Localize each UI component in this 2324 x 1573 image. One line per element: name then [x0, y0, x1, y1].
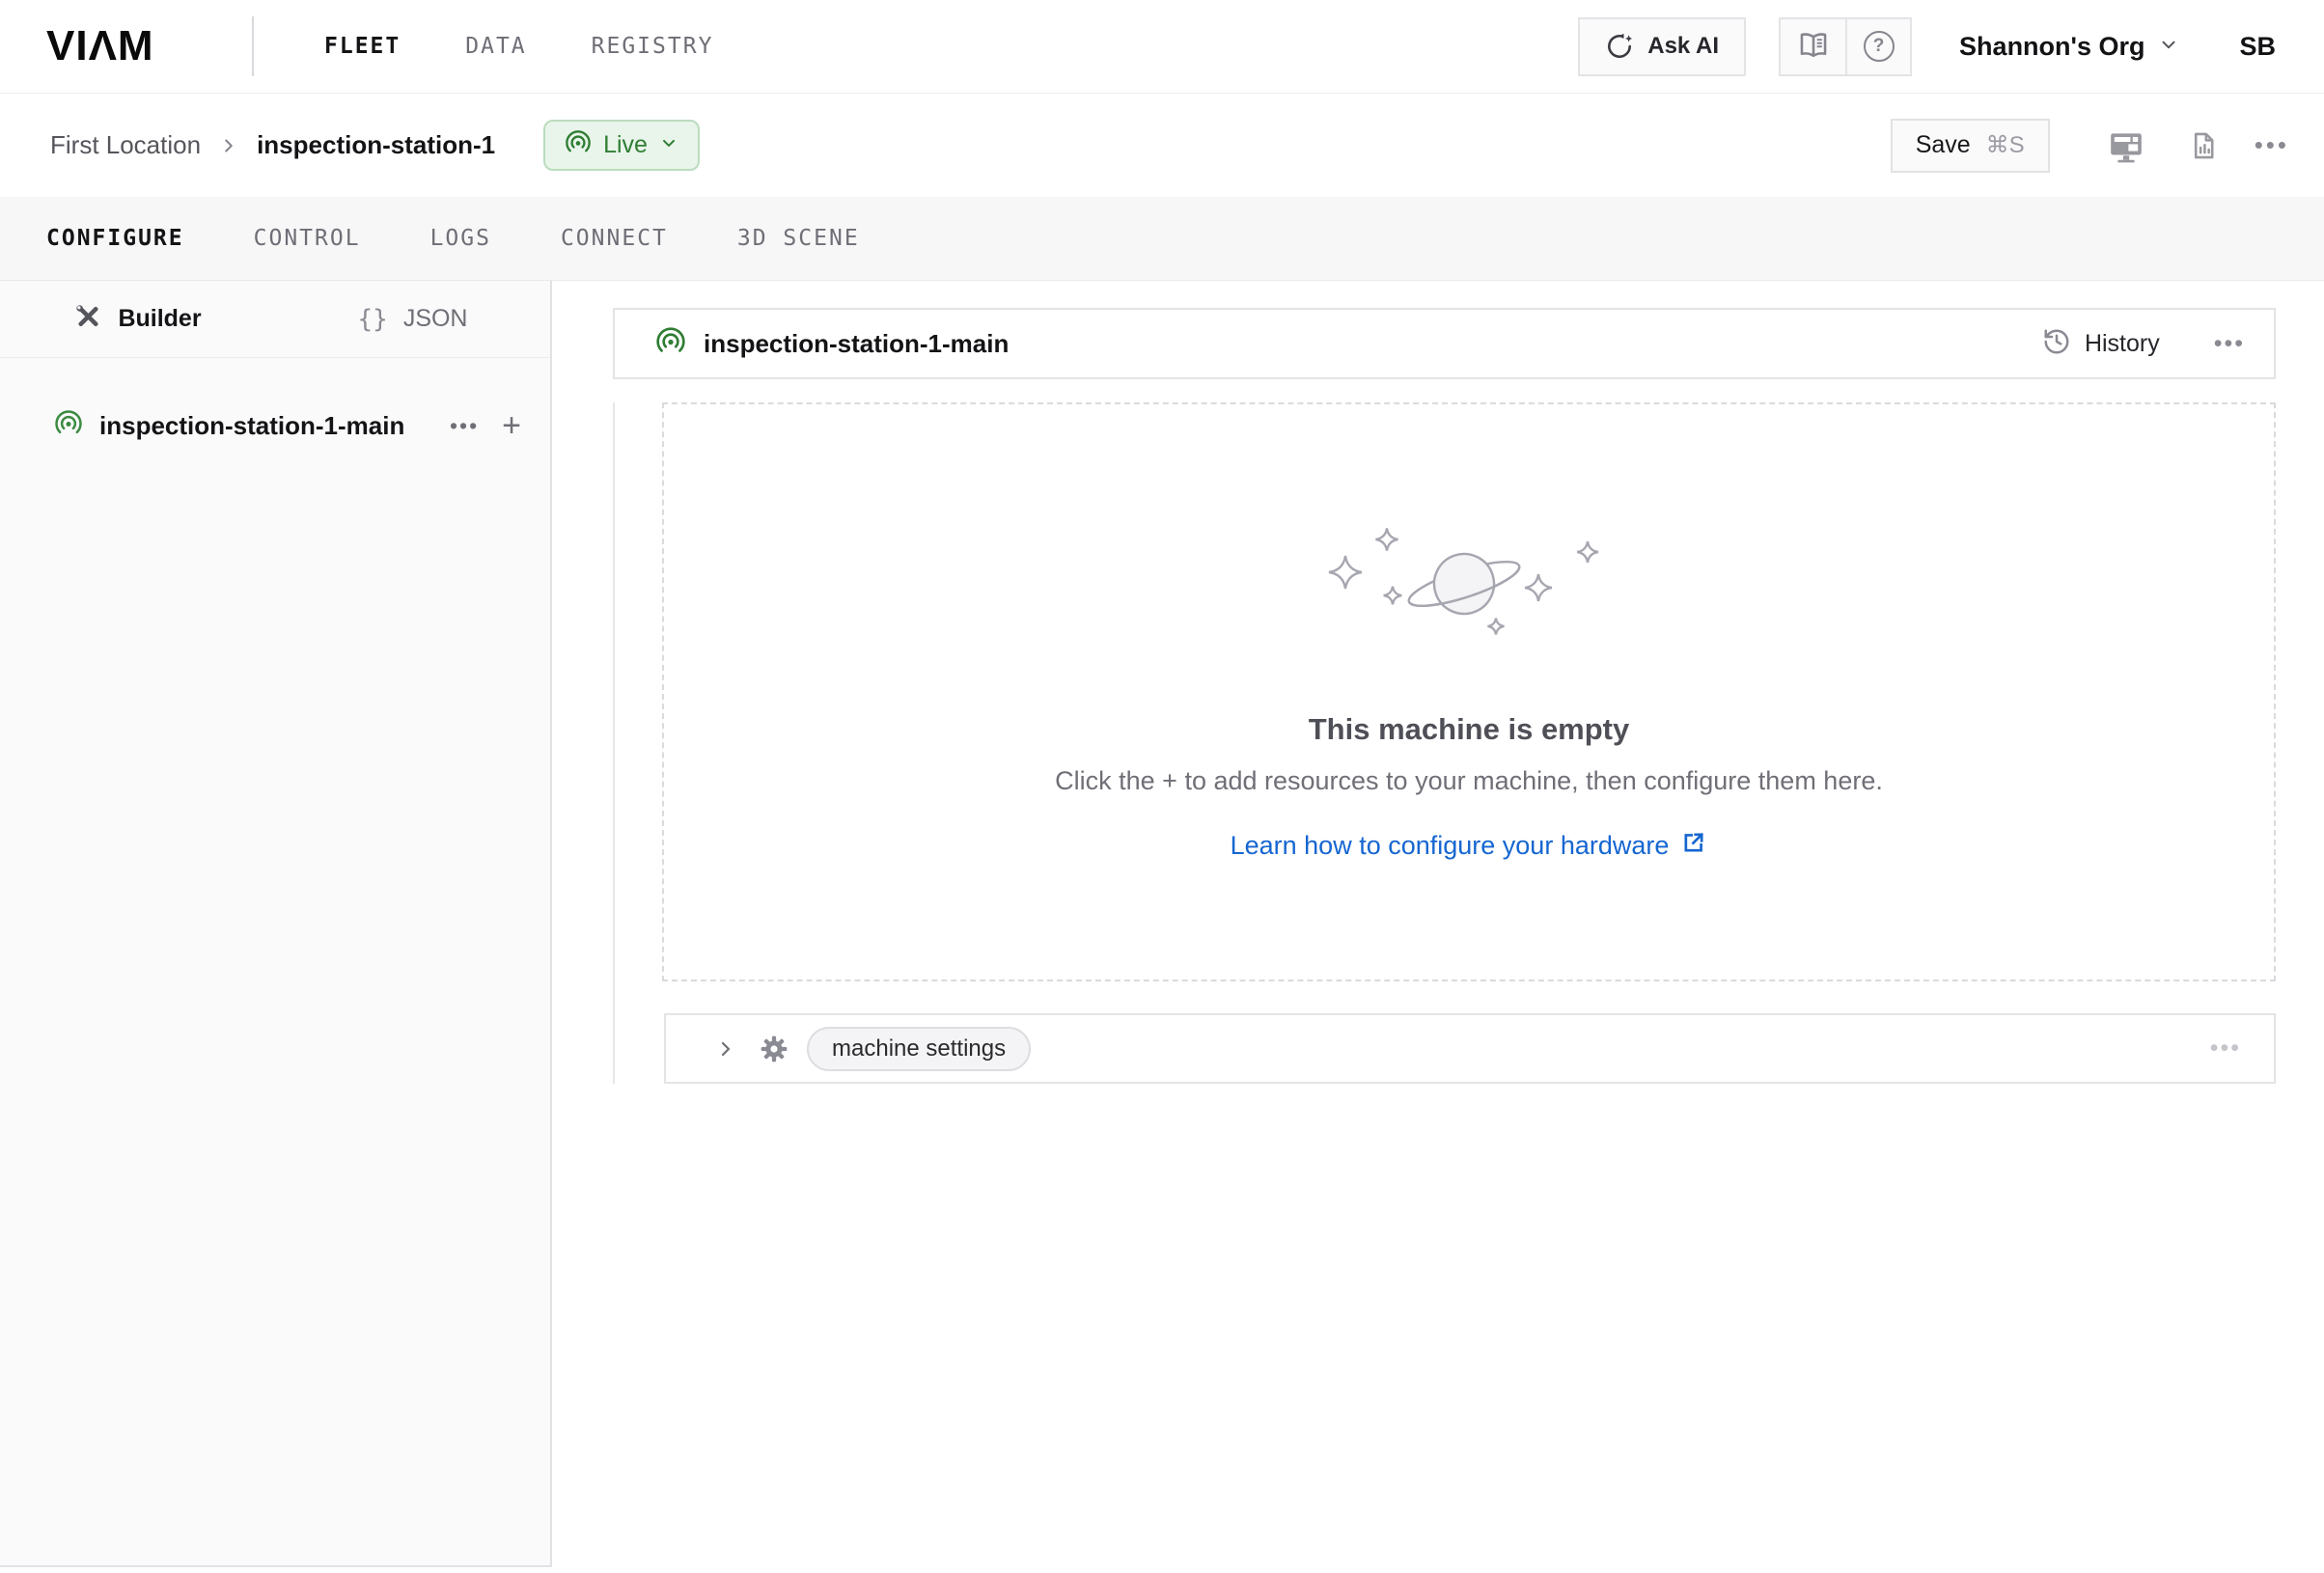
help-button-group: ? [1779, 17, 1912, 76]
editor-mode-toggle: Builder {} JSON [0, 281, 550, 358]
json-mode-label: JSON [403, 305, 468, 333]
configure-hardware-link[interactable]: Learn how to configure your hardware [1231, 829, 1708, 863]
machine-tab-bar: CONFIGURE CONTROL LOGS CONNECT 3D SCENE [0, 197, 2324, 281]
part-card-title: inspection-station-1-main [704, 329, 1009, 359]
avatar[interactable]: SB [2239, 32, 2276, 62]
org-dropdown[interactable]: Shannon's Org [1959, 32, 2179, 62]
config-sidebar: Builder {} JSON inspection-station-1-mai… [0, 281, 552, 1567]
save-shortcut: ⌘S [1986, 131, 2025, 159]
planet-sparkles-illustration [1310, 509, 1628, 668]
history-clock-icon [2042, 327, 2071, 361]
save-button[interactable]: Save ⌘S [1891, 119, 2050, 173]
part-menu-button[interactable]: ••• [450, 413, 479, 439]
status-badge: Live [603, 131, 648, 159]
builder-mode-label: Builder [118, 305, 201, 333]
viam-logo: VIΛM [46, 22, 183, 70]
book-icon [1797, 28, 1830, 66]
top-nav: VIΛM FLEET DATA REGISTRY Ask AI ? [0, 0, 2324, 94]
builder-mode-button[interactable]: Builder [0, 281, 275, 357]
tab-connect[interactable]: CONNECT [561, 226, 668, 251]
breadcrumb-location[interactable]: First Location [50, 130, 201, 160]
part-broadcast-icon [54, 409, 83, 443]
tab-configure[interactable]: CONFIGURE [46, 226, 184, 251]
ai-sparkle-refresh-icon [1605, 32, 1634, 61]
file-chart-icon [2187, 129, 2220, 162]
part-card-header: inspection-station-1-main History ••• [613, 308, 2276, 379]
sidebar-item-machine-part[interactable]: inspection-station-1-main ••• + [0, 391, 550, 460]
export-report-button[interactable] [2187, 129, 2220, 162]
tab-logs[interactable]: LOGS [430, 226, 491, 251]
part-name-label: inspection-station-1-main [99, 411, 404, 441]
help-button[interactable]: ? [1845, 19, 1910, 74]
tools-icon [73, 302, 102, 336]
braces-icon: {} [358, 305, 388, 334]
history-button[interactable]: History [2042, 327, 2160, 361]
machine-status-dropdown[interactable]: Live [543, 120, 700, 171]
chevron-down-icon [2158, 34, 2179, 60]
save-label: Save [1916, 131, 1971, 159]
org-name: Shannon's Org [1959, 32, 2144, 62]
part-tree-rule [613, 402, 615, 1084]
docs-button[interactable] [1781, 19, 1845, 74]
configure-body: Builder {} JSON inspection-station-1-mai… [0, 281, 2324, 1573]
chevron-right-icon [218, 135, 239, 156]
breadcrumb-machine-name: inspection-station-1 [257, 130, 495, 160]
gear-icon [759, 1034, 789, 1064]
configure-hardware-link-label: Learn how to configure your hardware [1231, 831, 1670, 861]
tab-3d-scene[interactable]: 3D SCENE [737, 226, 860, 251]
empty-state-description: Click the + to add resources to your mac… [1055, 766, 1883, 796]
expand-chevron-icon[interactable] [714, 1037, 737, 1061]
add-resource-button[interactable]: + [502, 409, 521, 442]
empty-machine-dropzone: This machine is empty Click the + to add… [662, 402, 2276, 981]
ask-ai-button[interactable]: Ask AI [1578, 17, 1746, 76]
nav-link-fleet[interactable]: FLEET [324, 34, 401, 59]
part-broadcast-icon [655, 326, 686, 362]
machine-overflow-menu[interactable]: ••• [2255, 130, 2289, 160]
chevron-down-icon [659, 133, 678, 157]
monitor-icon [2108, 127, 2144, 164]
ask-ai-label: Ask AI [1647, 33, 1719, 60]
machine-settings-pill[interactable]: machine settings [807, 1027, 1031, 1071]
empty-state-title: This machine is empty [1309, 712, 1630, 747]
machine-settings-menu-button[interactable]: ••• [2210, 1035, 2241, 1062]
monitor-view-button[interactable] [2108, 127, 2144, 164]
configure-main-panel: inspection-station-1-main History ••• [552, 281, 2324, 1573]
machine-header-row: First Location inspection-station-1 Live… [0, 94, 2324, 197]
machine-settings-card: machine settings ••• [664, 1013, 2276, 1084]
nav-divider [252, 16, 254, 76]
live-broadcast-icon [565, 129, 592, 161]
external-link-icon [1680, 829, 1707, 863]
tab-control[interactable]: CONTROL [254, 226, 361, 251]
nav-link-registry[interactable]: REGISTRY [592, 34, 714, 59]
help-icon: ? [1864, 31, 1895, 62]
json-mode-button[interactable]: {} JSON [275, 281, 550, 357]
history-label: History [2085, 330, 2160, 358]
nav-link-data[interactable]: DATA [465, 34, 526, 59]
part-card-menu-button[interactable]: ••• [2214, 330, 2245, 358]
